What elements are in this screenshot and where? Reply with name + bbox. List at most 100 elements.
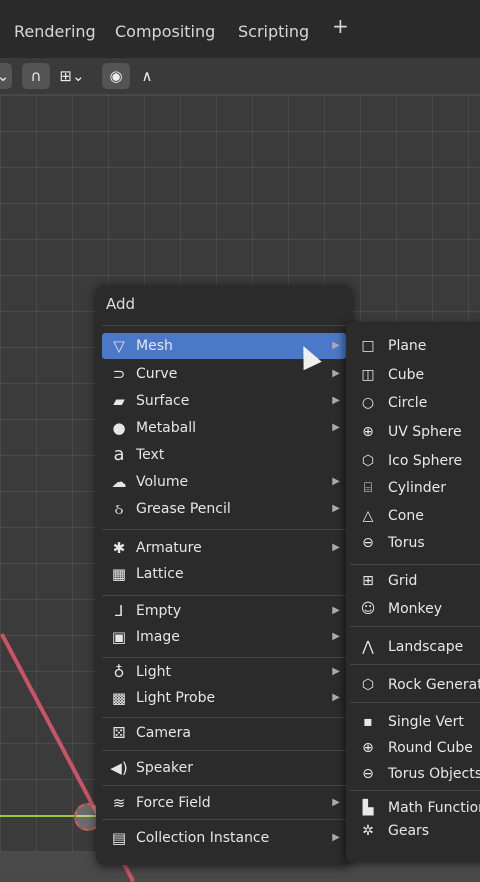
divider [102,819,346,820]
submenu-item-uv-sphere[interactable]: ⊕ UV Sphere [350,420,480,444]
submenu-item-label: Landscape [388,639,464,655]
submenu-item-circle[interactable]: ○ Circle [350,391,480,415]
menu-item-label: Image [136,629,180,645]
volume-icon: ☁ [111,473,127,491]
tab-compositing[interactable]: Compositing [115,22,215,41]
submenu-item-monkey[interactable]: ☺ Monkey [350,597,480,621]
divider [350,702,480,703]
submenu-item-math-function[interactable]: ▙ Math Function [350,796,480,820]
submenu-item-gears[interactable]: ✲ Gears [350,819,480,843]
submenu-arrow-icon: ▶ [332,368,340,379]
submenu-item-rock-generator[interactable]: ⬡ Rock Generat [350,673,480,697]
grid-icon: ⊞ [362,573,374,589]
menu-item-camera[interactable]: ⚄ Camera [102,720,346,746]
submenu-arrow-icon: ▶ [332,395,340,406]
gears-icon: ✲ [362,823,374,839]
divider [350,626,480,627]
chevron-down-icon[interactable]: ⌄ [0,63,12,89]
submenu-item-torus-objects[interactable]: ⊖ Torus Objects [350,762,480,786]
divider [102,657,346,658]
submenu-item-grid[interactable]: ⊞ Grid [350,569,480,593]
submenu-item-label: Plane [388,338,427,354]
circle-dot-icon[interactable]: ◉ [102,63,130,89]
submenu-arrow-icon: ▶ [332,797,340,808]
menu-item-empty[interactable]: ⅃ Empty ▶ [102,598,346,624]
menu-item-label: Volume [136,474,189,490]
magnet-icon[interactable]: ∩ [22,63,50,89]
increment-icon[interactable]: ⊞⌄ [52,63,92,89]
menu-item-text[interactable]: a Text [102,442,346,468]
submenu-item-label: Rock Generat [388,677,480,693]
empty-icon: ⅃ [114,602,124,620]
divider [102,785,346,786]
menu-item-grease-pencil[interactable]: ઠ Grease Pencil ▶ [102,496,346,522]
menu-item-image[interactable]: ▣ Image ▶ [102,624,346,650]
menu-item-light-probe[interactable]: ▩ Light Probe ▶ [102,685,346,711]
round-cube-icon: ⊕ [362,740,374,756]
submenu-item-plane[interactable]: □ Plane [350,334,480,358]
submenu-item-label: Grid [388,573,418,589]
menu-item-lattice[interactable]: ▦ Lattice [102,561,346,587]
submenu-arrow-icon: ▶ [332,631,340,642]
submenu-item-ico-sphere[interactable]: ⬡ Ico Sphere [350,449,480,473]
submenu-arrow-icon: ▶ [332,422,340,433]
submenu-item-cylinder[interactable]: ⌸ Cylinder [350,476,480,500]
submenu-item-label: Cylinder [388,480,446,496]
viewport-header: ⌄ ∩ ⊞⌄ ◉ ∧ [0,58,480,94]
submenu-item-round-cube[interactable]: ⊕ Round Cube [350,736,480,760]
submenu-arrow-icon: ▶ [332,692,340,703]
menu-item-label: Mesh [136,338,173,354]
menu-item-force-field[interactable]: ≋ Force Field ▶ [102,790,346,816]
add-workspace-button[interactable]: + [332,14,349,38]
submenu-item-torus[interactable]: ⊖ Torus [350,531,480,555]
submenu-item-cube[interactable]: ◫ Cube [350,363,480,387]
tab-scripting[interactable]: Scripting [238,22,309,41]
menu-item-metaball[interactable]: ● Metaball ▶ [102,415,346,441]
submenu-arrow-icon: ▶ [332,605,340,616]
submenu-arrow-icon: ▶ [332,542,340,553]
submenu-arrow-icon: ▶ [332,476,340,487]
speaker-icon: ◀) [110,759,128,777]
menu-item-volume[interactable]: ☁ Volume ▶ [102,469,346,495]
submenu-item-label: UV Sphere [388,424,462,440]
submenu-item-label: Round Cube [388,740,473,756]
menu-item-label: Camera [136,725,191,741]
menu-item-label: Speaker [136,760,193,776]
menu-item-speaker[interactable]: ◀) Speaker [102,755,346,781]
menu-item-surface[interactable]: ▰ Surface ▶ [102,388,346,414]
submenu-item-label: Ico Sphere [388,453,463,469]
menu-item-label: Text [136,447,165,463]
submenu-item-cone[interactable]: △ Cone [350,504,480,528]
submenu-item-single-vert[interactable]: ▪ Single Vert [350,710,480,734]
divider [350,564,480,565]
menu-item-label: Force Field [136,795,211,811]
divider [102,529,346,530]
image-icon: ▣ [111,628,127,646]
plane-icon: □ [361,338,375,354]
tab-rendering[interactable]: Rendering [14,22,96,41]
cone-icon: △ [362,508,374,524]
submenu-item-label: Cone [388,508,424,524]
submenu-arrow-icon: ▶ [332,503,340,514]
armature-icon: ✱ [112,539,126,557]
light-probe-icon: ▩ [111,689,127,707]
submenu-item-label: Math Function [388,800,480,816]
camera-icon: ⚄ [112,724,126,742]
menu-item-label: Collection Instance [136,830,270,846]
curve-icon: ⊃ [112,365,126,383]
menu-item-label: Curve [136,366,178,382]
menu-item-label: Light [136,664,171,680]
submenu-arrow-icon: ▶ [332,340,340,351]
falloff-curve-icon[interactable]: ∧ [134,63,160,89]
submenu-item-landscape[interactable]: ⋀ Landscape [350,635,480,659]
workspace-tabs-bar: Rendering Compositing Scripting + [0,0,480,58]
divider [102,595,346,596]
menu-item-label: Lattice [136,566,184,582]
menu-item-armature[interactable]: ✱ Armature ▶ [102,535,346,561]
cylinder-icon: ⌸ [363,480,373,496]
menu-item-collection-instance[interactable]: ▤ Collection Instance ▶ [102,825,346,851]
collection-icon: ▤ [111,829,127,847]
menu-item-light[interactable]: ♁ Light ▶ [102,659,346,685]
divider [102,717,346,718]
menu-title: Add [106,295,136,313]
